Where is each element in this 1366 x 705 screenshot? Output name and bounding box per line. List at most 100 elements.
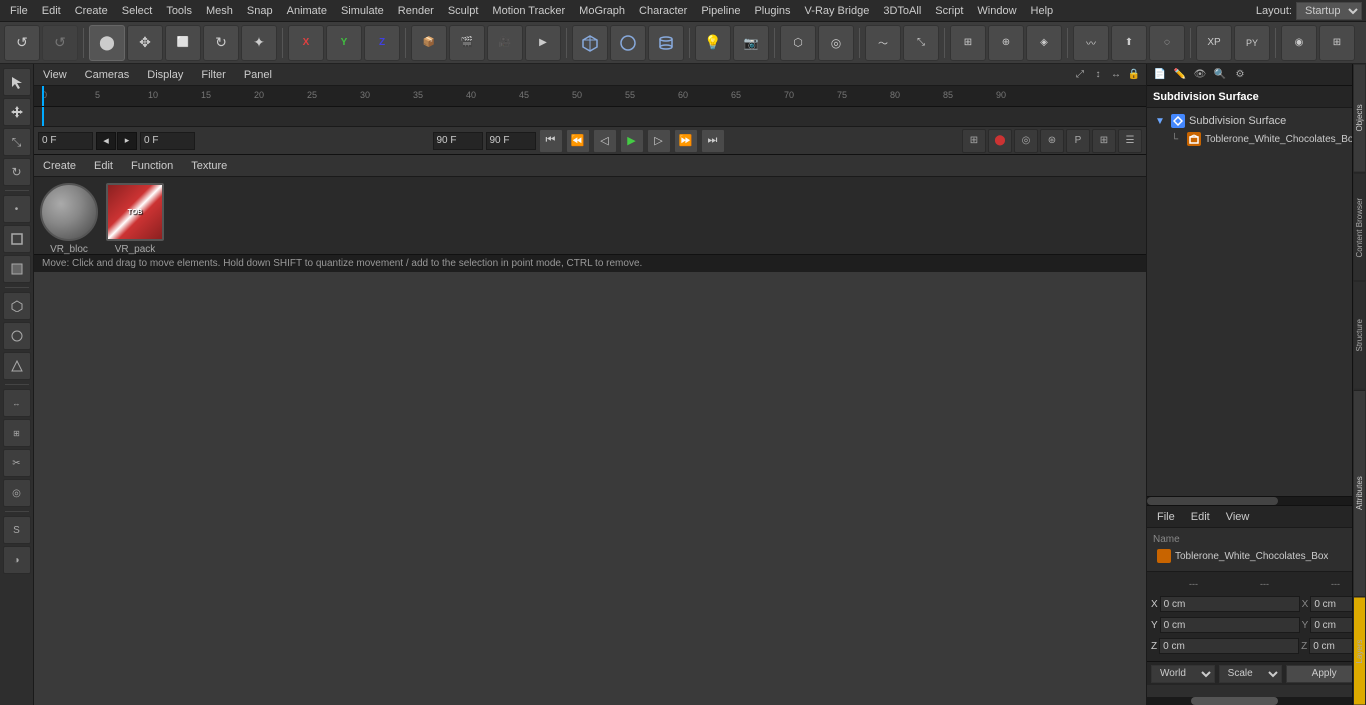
obj-mode-btn[interactable]: 📦 bbox=[411, 25, 447, 61]
tool-edges[interactable] bbox=[3, 225, 31, 253]
xpresso-btn[interactable]: XP bbox=[1196, 25, 1232, 61]
vtab-objects[interactable]: Objects bbox=[1353, 64, 1366, 173]
coord-y-pos[interactable] bbox=[1160, 617, 1300, 633]
anim-icon-preview[interactable]: P bbox=[1066, 129, 1090, 153]
instance-btn[interactable]: ◈ bbox=[1026, 25, 1062, 61]
twist-btn[interactable]: ⤡ bbox=[903, 25, 939, 61]
floor-btn[interactable]: ⬡ bbox=[780, 25, 816, 61]
vp-menu-display[interactable]: Display bbox=[142, 67, 188, 83]
scale-btn[interactable]: ⬜ bbox=[165, 25, 201, 61]
mat-texture-btn[interactable]: Texture bbox=[186, 158, 232, 174]
connect-btn[interactable]: ⊞ bbox=[950, 25, 986, 61]
menu-3dtoall[interactable]: 3DToAll bbox=[877, 3, 927, 19]
anim-icon-keyframe[interactable]: ⊞ bbox=[962, 129, 986, 153]
vp-menu-view[interactable]: View bbox=[38, 67, 72, 83]
vp-icon-1[interactable]: ⤢ bbox=[1072, 67, 1088, 83]
rp-file-icon[interactable]: 📄 bbox=[1151, 66, 1169, 84]
material-2-preview[interactable]: TOB bbox=[106, 183, 164, 241]
frame-end-field2[interactable]: 90 F bbox=[486, 132, 536, 150]
vp-menu-cameras[interactable]: Cameras bbox=[80, 67, 135, 83]
menu-edit[interactable]: Edit bbox=[36, 3, 67, 19]
sky-btn[interactable]: ◎ bbox=[818, 25, 854, 61]
bend-btn[interactable]: 〜 bbox=[865, 25, 901, 61]
tool-polygons[interactable] bbox=[3, 255, 31, 283]
tool-extra-btn[interactable]: ✦ bbox=[241, 25, 277, 61]
world-select[interactable]: World bbox=[1151, 665, 1215, 683]
tool-knife[interactable]: ✂ bbox=[3, 449, 31, 477]
tool-rotate[interactable]: ↻ bbox=[3, 158, 31, 186]
menu-script[interactable]: Script bbox=[929, 3, 969, 19]
menu-animate[interactable]: Animate bbox=[281, 3, 333, 19]
play-next-frame-btn[interactable]: ▷ bbox=[647, 129, 671, 153]
tool-cube[interactable] bbox=[3, 292, 31, 320]
light-btn[interactable]: 💡 bbox=[695, 25, 731, 61]
tool-mirror[interactable]: ↔ bbox=[3, 389, 31, 417]
redo-btn[interactable]: ↺ bbox=[42, 25, 78, 61]
scale-select[interactable]: Scale bbox=[1219, 665, 1283, 683]
frame-end-field1[interactable]: 90 F bbox=[433, 132, 483, 150]
lathe-btn[interactable]: ◌ bbox=[1149, 25, 1185, 61]
menu-character[interactable]: Character bbox=[633, 3, 693, 19]
play-prev-frame-btn[interactable]: ◁ bbox=[593, 129, 617, 153]
move-btn[interactable]: ✥ bbox=[127, 25, 163, 61]
menu-render[interactable]: Render bbox=[392, 3, 440, 19]
camera-btn[interactable]: 📷 bbox=[733, 25, 769, 61]
vtab-attributes[interactable]: Attributes bbox=[1353, 390, 1366, 597]
menu-pipeline[interactable]: Pipeline bbox=[695, 3, 746, 19]
vp-icon-3[interactable]: ↔ bbox=[1108, 67, 1124, 83]
play-next-btn[interactable]: ⏩ bbox=[674, 129, 698, 153]
frame-increase-btn[interactable]: ▸ bbox=[117, 132, 137, 150]
vp-icon-2[interactable]: ↕ bbox=[1090, 67, 1106, 83]
anim-icon-auto[interactable]: ◎ bbox=[1014, 129, 1038, 153]
sphere-btn[interactable] bbox=[610, 25, 646, 61]
vtab-structure[interactable]: Structure bbox=[1353, 281, 1366, 390]
tool-sphere[interactable] bbox=[3, 322, 31, 350]
select-mode-btn[interactable]: ⬤ bbox=[89, 25, 125, 61]
menu-vray[interactable]: V-Ray Bridge bbox=[799, 3, 876, 19]
menu-create[interactable]: Create bbox=[69, 3, 114, 19]
tool-move[interactable] bbox=[3, 98, 31, 126]
cylinder-btn[interactable] bbox=[648, 25, 684, 61]
render-btn[interactable]: 🎥 bbox=[487, 25, 523, 61]
vp-menu-filter[interactable]: Filter bbox=[196, 67, 230, 83]
menu-select[interactable]: Select bbox=[116, 3, 159, 19]
menu-sculpt[interactable]: Sculpt bbox=[442, 3, 485, 19]
mat-function-btn[interactable]: Function bbox=[126, 158, 178, 174]
axis-y-btn[interactable]: Y bbox=[326, 25, 362, 61]
scene-hscroll[interactable] bbox=[1147, 497, 1366, 505]
undo-btn[interactable]: ↺ bbox=[4, 25, 40, 61]
mat-edit-btn[interactable]: Edit bbox=[89, 158, 118, 174]
play-prev-btn[interactable]: ⏪ bbox=[566, 129, 590, 153]
poly-mode-btn[interactable]: 🎬 bbox=[449, 25, 485, 61]
python-btn[interactable]: PY bbox=[1234, 25, 1270, 61]
menu-help[interactable]: Help bbox=[1025, 3, 1060, 19]
play-fwd-btn[interactable]: ▶ bbox=[620, 129, 644, 153]
apply-button[interactable]: Apply bbox=[1286, 665, 1362, 683]
vtab-content-browser[interactable]: Content Browser bbox=[1353, 173, 1366, 282]
tool-weld[interactable]: ◎ bbox=[3, 479, 31, 507]
menu-plugins[interactable]: Plugins bbox=[748, 3, 796, 19]
scene-hscroll-thumb[interactable] bbox=[1147, 497, 1278, 505]
attr-view-menu[interactable]: View bbox=[1222, 509, 1254, 525]
anim-icon-grid[interactable]: ⊞ bbox=[1092, 129, 1116, 153]
tool-subdivide[interactable]: ⊞ bbox=[3, 419, 31, 447]
vp-icon-lock[interactable]: 🔒 bbox=[1126, 67, 1142, 83]
vp-menu-panel[interactable]: Panel bbox=[239, 67, 277, 83]
layout-select[interactable]: Startup bbox=[1296, 2, 1362, 20]
attr-file-menu[interactable]: File bbox=[1153, 509, 1179, 525]
mat-create-btn[interactable]: Create bbox=[38, 158, 81, 174]
menu-window[interactable]: Window bbox=[971, 3, 1022, 19]
menu-mesh[interactable]: Mesh bbox=[200, 3, 239, 19]
tool-sculpt[interactable]: ◑ bbox=[3, 546, 31, 574]
tool-scale[interactable]: ⤡ bbox=[3, 128, 31, 156]
rotate-btn[interactable]: ↻ bbox=[203, 25, 239, 61]
boole-btn[interactable]: ⊕ bbox=[988, 25, 1024, 61]
menu-motion-tracker[interactable]: Motion Tracker bbox=[486, 3, 571, 19]
menu-simulate[interactable]: Simulate bbox=[335, 3, 390, 19]
rp-settings-icon[interactable]: ⚙ bbox=[1231, 66, 1249, 84]
tool-cone[interactable] bbox=[3, 352, 31, 380]
render-region-btn[interactable]: ▶ bbox=[525, 25, 561, 61]
scene-item-toblerone[interactable]: └ Toblerone_White_Chocolates_Bo bbox=[1151, 130, 1362, 148]
timeline-track[interactable] bbox=[34, 106, 1146, 126]
material-1-preview[interactable] bbox=[40, 183, 98, 241]
